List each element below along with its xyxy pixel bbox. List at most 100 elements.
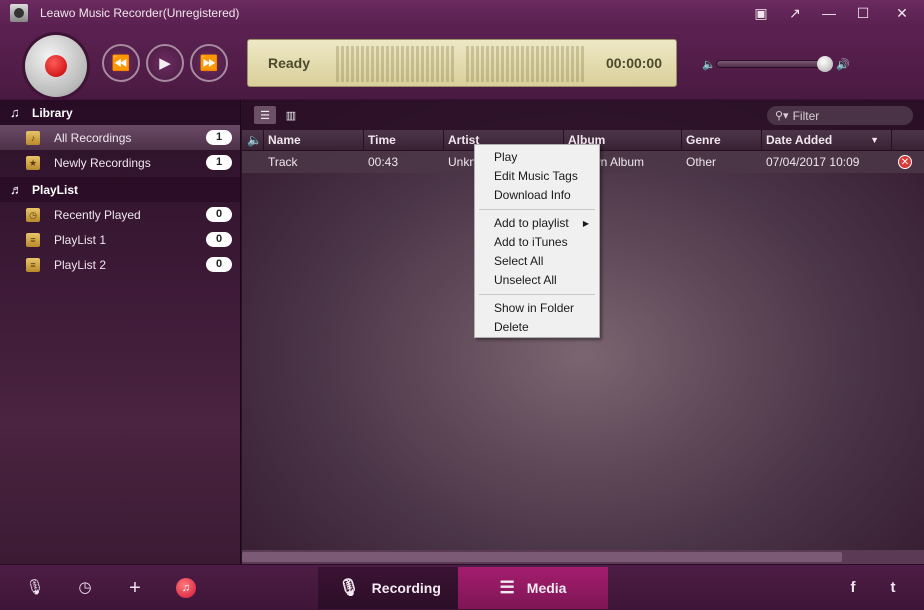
app-logo-icon (10, 4, 28, 22)
thumbnail-icon: ▥ (285, 109, 297, 122)
cell-date-added: 07/04/2017 10:09 (766, 155, 860, 169)
menu-item-show-in-folder[interactable]: Show in Folder (475, 299, 599, 318)
microphone-icon[interactable]: 🎙 (25, 578, 45, 598)
list-icon: ☰ (499, 578, 515, 597)
player-bar: ⏪ ▶ ⏩ Ready 00:00:00 🔈 🔊 (0, 26, 924, 100)
menu-item-delete[interactable]: Delete (475, 318, 599, 337)
clock-folder-icon: ◷ (26, 207, 40, 222)
list-view-button[interactable]: ☰ (254, 106, 276, 124)
play-icon: ▶ (159, 55, 171, 72)
grid-view-button[interactable]: ▥ (280, 106, 302, 124)
volume-slider[interactable] (716, 56, 833, 72)
playlist-header-label: PlayList (32, 182, 79, 197)
column-date-added-label: Date Added (766, 133, 833, 147)
menu-item-unselect-all[interactable]: Unselect All (475, 271, 599, 290)
library-header-label: Library (32, 105, 73, 120)
tab-media[interactable]: ☰ Media (458, 567, 608, 609)
count-badge: 0 (206, 232, 232, 247)
twitter-icon[interactable]: t (883, 578, 903, 598)
sidebar-item-label: Recently Played (54, 207, 141, 222)
close-button[interactable]: ✕ (880, 0, 924, 26)
column-action (892, 130, 924, 151)
skin-icon[interactable]: ▣ (744, 0, 778, 26)
count-badge: 1 (206, 155, 232, 170)
count-badge: 1 (206, 130, 232, 145)
sidebar-item-label: All Recordings (54, 130, 132, 145)
filter-placeholder: Filter (792, 108, 820, 123)
fast-forward-icon: ⏩ (199, 55, 219, 72)
row-spacer (242, 151, 264, 173)
menu-item-edit-music-tags[interactable]: Edit Music Tags (475, 167, 599, 186)
horizontal-scrollbar[interactable] (242, 550, 924, 564)
record-button[interactable] (25, 35, 87, 97)
previous-button[interactable]: ⏪ (102, 44, 140, 82)
next-button[interactable]: ⏩ (190, 44, 228, 82)
count-badge: 0 (206, 257, 232, 272)
sidebar-item-recently-played[interactable]: ◷ Recently Played 0 (0, 202, 240, 227)
title-bar: Leawo Music Recorder(Unregistered) ▣ ↗ —… (0, 0, 924, 26)
status-text: Ready (268, 55, 311, 71)
play-button[interactable]: ▶ (146, 44, 184, 82)
delete-row-icon[interactable]: ✕ (898, 155, 912, 169)
rewind-icon: ⏪ (111, 55, 131, 72)
context-menu: Play Edit Music Tags Download Info Add t… (474, 144, 600, 338)
equalizer-left (336, 46, 454, 82)
schedule-clock-icon[interactable]: ◷ (75, 578, 95, 598)
column-name[interactable]: Name (264, 130, 364, 151)
itunes-icon[interactable]: ♫ (176, 578, 196, 598)
tab-media-label: Media (526, 580, 567, 596)
volume-low-icon: 🔈 (702, 59, 716, 71)
window-controls: ▣ ↗ — ☐ ✕ (744, 0, 924, 26)
maximize-button[interactable]: ☐ (846, 0, 880, 26)
window-title: Leawo Music Recorder(Unregistered) (40, 6, 240, 20)
library-header[interactable]: ♫ Library (0, 100, 240, 125)
sort-desc-icon: ▼ (870, 135, 879, 145)
playlist-icon: ♬ (10, 182, 23, 197)
column-date-added[interactable]: Date Added ▼ (762, 130, 892, 151)
menu-item-add-to-itunes[interactable]: Add to iTunes (475, 233, 599, 252)
elapsed-time: 00:00:00 (605, 55, 662, 71)
menu-item-play[interactable]: Play (475, 148, 599, 167)
add-icon[interactable]: + (125, 578, 145, 598)
facebook-icon[interactable]: f (843, 578, 863, 598)
tab-recording-label: Recording (371, 580, 441, 596)
media-toolbar: ☰ ▥ ⚲▾ Filter (242, 100, 924, 130)
sidebar-item-playlist-1[interactable]: ≡ PlayList 1 0 (0, 227, 240, 252)
star-folder-icon: ★ (26, 155, 40, 170)
bottom-bar: 🎙 ◷ + ♫ 🎙 Recording ☰ Media f t (0, 564, 924, 610)
music-note-icon: ♫ (10, 105, 20, 120)
minimize-button[interactable]: — (812, 0, 846, 26)
count-badge: 0 (206, 207, 232, 222)
sidebar: ♫ Library ♪ All Recordings 1 ★ Newly Rec… (0, 100, 241, 564)
playlist-folder-icon: ≡ (26, 257, 40, 272)
cell-genre: Other (686, 155, 717, 169)
sidebar-item-all-recordings[interactable]: ♪ All Recordings 1 (0, 125, 240, 150)
speaker-column-icon: 🔈 (242, 130, 264, 151)
menu-item-label: Add to playlist (494, 216, 569, 230)
status-display: Ready 00:00:00 (247, 39, 677, 87)
filter-input[interactable]: ⚲▾ Filter (766, 105, 914, 126)
menu-item-download-info[interactable]: Download Info (475, 186, 599, 205)
search-icon: ⚲▾ (775, 110, 789, 122)
sidebar-item-label: PlayList 1 (54, 232, 107, 247)
menu-separator (479, 294, 595, 295)
volume-slider-thumb[interactable] (817, 56, 833, 72)
menu-item-select-all[interactable]: Select All (475, 252, 599, 271)
playlist-folder-icon: ≡ (26, 232, 40, 247)
sidebar-item-label: PlayList 2 (54, 257, 107, 272)
column-genre[interactable]: Genre (682, 130, 762, 151)
cell-time: 00:43 (368, 155, 399, 169)
mini-mode-icon[interactable]: ↗ (778, 0, 812, 26)
sidebar-item-playlist-2[interactable]: ≡ PlayList 2 0 (0, 252, 240, 277)
submenu-arrow-icon: ▶ (582, 219, 589, 228)
scrollbar-thumb[interactable] (242, 552, 842, 562)
sidebar-item-newly-recordings[interactable]: ★ Newly Recordings 1 (0, 150, 240, 175)
equalizer-right (466, 46, 584, 82)
menu-item-add-to-playlist[interactable]: Add to playlist ▶ (475, 214, 599, 233)
menu-separator (479, 209, 595, 210)
microphone-icon: 🎙 (338, 578, 360, 597)
tab-recording[interactable]: 🎙 Recording (318, 567, 461, 609)
cell-name: Track (268, 155, 298, 169)
column-time[interactable]: Time (364, 130, 444, 151)
playlist-header[interactable]: ♬ PlayList (0, 177, 240, 202)
